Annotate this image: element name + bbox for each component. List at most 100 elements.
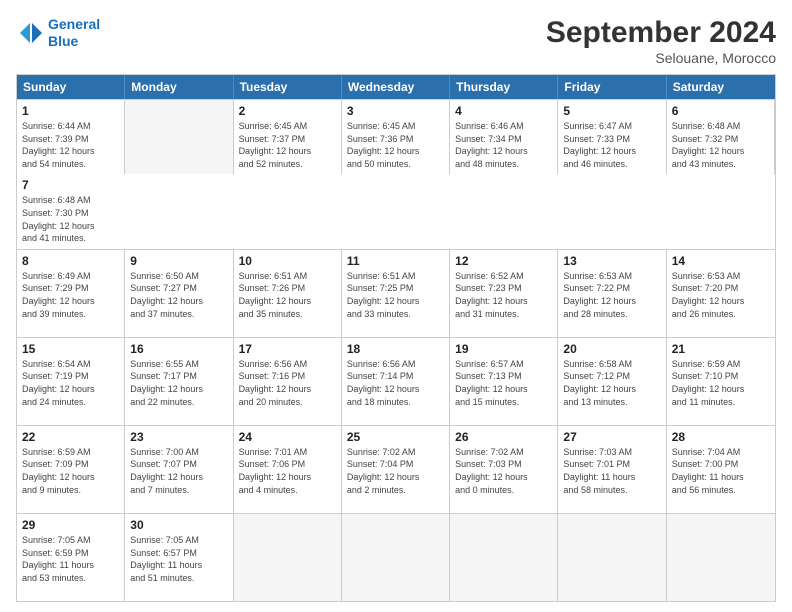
page: General Blue September 2024 Selouane, Mo… (0, 0, 792, 612)
cell-info: Sunrise: 6:47 AM Sunset: 7:33 PM Dayligh… (563, 120, 660, 170)
cell-info: Sunrise: 7:02 AM Sunset: 7:03 PM Dayligh… (455, 446, 552, 496)
calendar-cell-1: 1 Sunrise: 6:44 AM Sunset: 7:39 PM Daylig… (17, 100, 125, 174)
calendar-cell: 4 Sunrise: 6:46 AM Sunset: 7:34 PM Daylig… (450, 100, 558, 174)
cell-info: Sunrise: 6:50 AM Sunset: 7:27 PM Dayligh… (130, 270, 227, 320)
calendar-cell: 30 Sunrise: 7:05 AM Sunset: 6:57 PM Dayli… (125, 514, 233, 601)
day-number: 7 (22, 178, 120, 192)
day-number: 4 (455, 104, 552, 118)
calendar-cell: 21Sunrise: 6:59 AM Sunset: 7:10 PM Dayli… (667, 338, 775, 425)
calendar-cell: 8 Sunrise: 6:49 AM Sunset: 7:29 PM Daylig… (17, 250, 125, 337)
calendar-cell: 12Sunrise: 6:52 AM Sunset: 7:23 PM Dayli… (450, 250, 558, 337)
month-title: September 2024 (546, 16, 776, 50)
calendar-cell: 17 Sunrise: 6:56 AM Sunset: 7:16 PM Dayli… (234, 338, 342, 425)
day-number: 18 (347, 342, 444, 356)
day-number: 6 (672, 104, 769, 118)
header-sunday: Sunday (17, 75, 125, 99)
day-number: 30 (130, 518, 227, 532)
calendar-cell: 18 Sunrise: 6:56 AM Sunset: 7:14 PM Dayli… (342, 338, 450, 425)
cell-info: Sunrise: 6:52 AM Sunset: 7:23 PM Dayligh… (455, 270, 552, 320)
calendar-cell: 20Sunrise: 6:58 AM Sunset: 7:12 PM Dayli… (558, 338, 666, 425)
day-number: 21 (672, 342, 770, 356)
calendar-cell: 23 Sunrise: 7:00 AM Sunset: 7:07 PM Dayli… (125, 426, 233, 513)
cell-info: Sunrise: 6:53 AM Sunset: 7:20 PM Dayligh… (672, 270, 770, 320)
day-number: 29 (22, 518, 119, 532)
day-number: 11 (347, 254, 444, 268)
cell-info: Sunrise: 7:05 AM Sunset: 6:59 PM Dayligh… (22, 534, 119, 584)
cell-info: Sunrise: 6:46 AM Sunset: 7:34 PM Dayligh… (455, 120, 552, 170)
day-number: 20 (563, 342, 660, 356)
day-number: 17 (239, 342, 336, 356)
calendar-cell: 25 Sunrise: 7:02 AM Sunset: 7:04 PM Dayli… (342, 426, 450, 513)
calendar-cell: 13 Sunrise: 6:53 AM Sunset: 7:22 PM Dayli… (558, 250, 666, 337)
calendar-cell: 3Sunrise: 6:45 AM Sunset: 7:36 PM Daylig… (342, 100, 450, 174)
calendar-cell (234, 514, 342, 601)
calendar-cell: 7 Sunrise: 6:48 AM Sunset: 7:30 PM Daylig… (17, 174, 125, 248)
cell-info: Sunrise: 7:05 AM Sunset: 6:57 PM Dayligh… (130, 534, 227, 584)
calendar-cell (125, 100, 233, 174)
cell-info: Sunrise: 7:03 AM Sunset: 7:01 PM Dayligh… (563, 446, 660, 496)
cell-info: Sunrise: 7:00 AM Sunset: 7:07 PM Dayligh… (130, 446, 227, 496)
calendar-cell: 10Sunrise: 6:51 AM Sunset: 7:26 PM Dayli… (234, 250, 342, 337)
cell-info: Sunrise: 6:49 AM Sunset: 7:29 PM Dayligh… (22, 270, 119, 320)
calendar-cell: 26 Sunrise: 7:02 AM Sunset: 7:03 PM Dayli… (450, 426, 558, 513)
calendar-cell: 11 Sunrise: 6:51 AM Sunset: 7:25 PM Dayli… (342, 250, 450, 337)
calendar-cell (450, 514, 558, 601)
day-number: 8 (22, 254, 119, 268)
day-number: 19 (455, 342, 552, 356)
calendar-cell: 24Sunrise: 7:01 AM Sunset: 7:06 PM Dayli… (234, 426, 342, 513)
day-number: 2 (239, 104, 336, 118)
cell-info: Sunrise: 6:56 AM Sunset: 7:14 PM Dayligh… (347, 358, 444, 408)
day-number: 16 (130, 342, 227, 356)
day-number: 23 (130, 430, 227, 444)
header-thursday: Thursday (450, 75, 558, 99)
cell-info: Sunrise: 7:04 AM Sunset: 7:00 PM Dayligh… (672, 446, 770, 496)
calendar-row-4: 29 Sunrise: 7:05 AM Sunset: 6:59 PM Dayli… (17, 513, 775, 601)
calendar-cell: 15Sunrise: 6:54 AM Sunset: 7:19 PM Dayli… (17, 338, 125, 425)
day-number: 14 (672, 254, 770, 268)
day-number: 15 (22, 342, 119, 356)
calendar-cell: 9 Sunrise: 6:50 AM Sunset: 7:27 PM Daylig… (125, 250, 233, 337)
calendar-cell: 6Sunrise: 6:48 AM Sunset: 7:32 PM Daylig… (667, 100, 775, 174)
calendar-cell: 27 Sunrise: 7:03 AM Sunset: 7:01 PM Dayli… (558, 426, 666, 513)
calendar-cell (558, 514, 666, 601)
day-number: 1 (22, 104, 119, 118)
logo-text: General Blue (48, 16, 100, 50)
cell-info: Sunrise: 6:51 AM Sunset: 7:25 PM Dayligh… (347, 270, 444, 320)
calendar-cell (342, 514, 450, 601)
day-number: 24 (239, 430, 336, 444)
day-number: 27 (563, 430, 660, 444)
header: General Blue September 2024 Selouane, Mo… (16, 16, 776, 66)
title-block: September 2024 Selouane, Morocco (546, 16, 776, 66)
calendar-body: 1 Sunrise: 6:44 AM Sunset: 7:39 PM Daylig… (17, 99, 775, 601)
cell-info: Sunrise: 6:55 AM Sunset: 7:17 PM Dayligh… (130, 358, 227, 408)
cell-info: Sunrise: 6:45 AM Sunset: 7:36 PM Dayligh… (347, 120, 444, 170)
day-number: 26 (455, 430, 552, 444)
calendar-cell: 14 Sunrise: 6:53 AM Sunset: 7:20 PM Dayli… (667, 250, 775, 337)
cell-info: Sunrise: 6:51 AM Sunset: 7:26 PM Dayligh… (239, 270, 336, 320)
day-number: 25 (347, 430, 444, 444)
day-number: 5 (563, 104, 660, 118)
day-number: 28 (672, 430, 770, 444)
day-number: 13 (563, 254, 660, 268)
day-number: 9 (130, 254, 227, 268)
header-monday: Monday (125, 75, 233, 99)
cell-info: Sunrise: 6:59 AM Sunset: 7:09 PM Dayligh… (22, 446, 119, 496)
header-wednesday: Wednesday (342, 75, 450, 99)
header-saturday: Saturday (667, 75, 775, 99)
location-subtitle: Selouane, Morocco (546, 50, 776, 66)
calendar: Sunday Monday Tuesday Wednesday Thursday… (16, 74, 776, 602)
header-tuesday: Tuesday (234, 75, 342, 99)
calendar-row-2: 15Sunrise: 6:54 AM Sunset: 7:19 PM Dayli… (17, 337, 775, 425)
calendar-cell: 19Sunrise: 6:57 AM Sunset: 7:13 PM Dayli… (450, 338, 558, 425)
cell-info: Sunrise: 6:45 AM Sunset: 7:37 PM Dayligh… (239, 120, 336, 170)
logo-icon (16, 19, 44, 47)
header-friday: Friday (558, 75, 666, 99)
calendar-cell: 5 Sunrise: 6:47 AM Sunset: 7:33 PM Daylig… (558, 100, 666, 174)
cell-info: Sunrise: 6:56 AM Sunset: 7:16 PM Dayligh… (239, 358, 336, 408)
calendar-row-1: 8 Sunrise: 6:49 AM Sunset: 7:29 PM Daylig… (17, 249, 775, 337)
cell-info: Sunrise: 6:53 AM Sunset: 7:22 PM Dayligh… (563, 270, 660, 320)
cell-info: Sunrise: 7:02 AM Sunset: 7:04 PM Dayligh… (347, 446, 444, 496)
calendar-header-row: Sunday Monday Tuesday Wednesday Thursday… (17, 75, 775, 99)
cell-info: Sunrise: 6:44 AM Sunset: 7:39 PM Dayligh… (22, 120, 119, 170)
cell-info: Sunrise: 6:48 AM Sunset: 7:30 PM Dayligh… (22, 194, 120, 244)
